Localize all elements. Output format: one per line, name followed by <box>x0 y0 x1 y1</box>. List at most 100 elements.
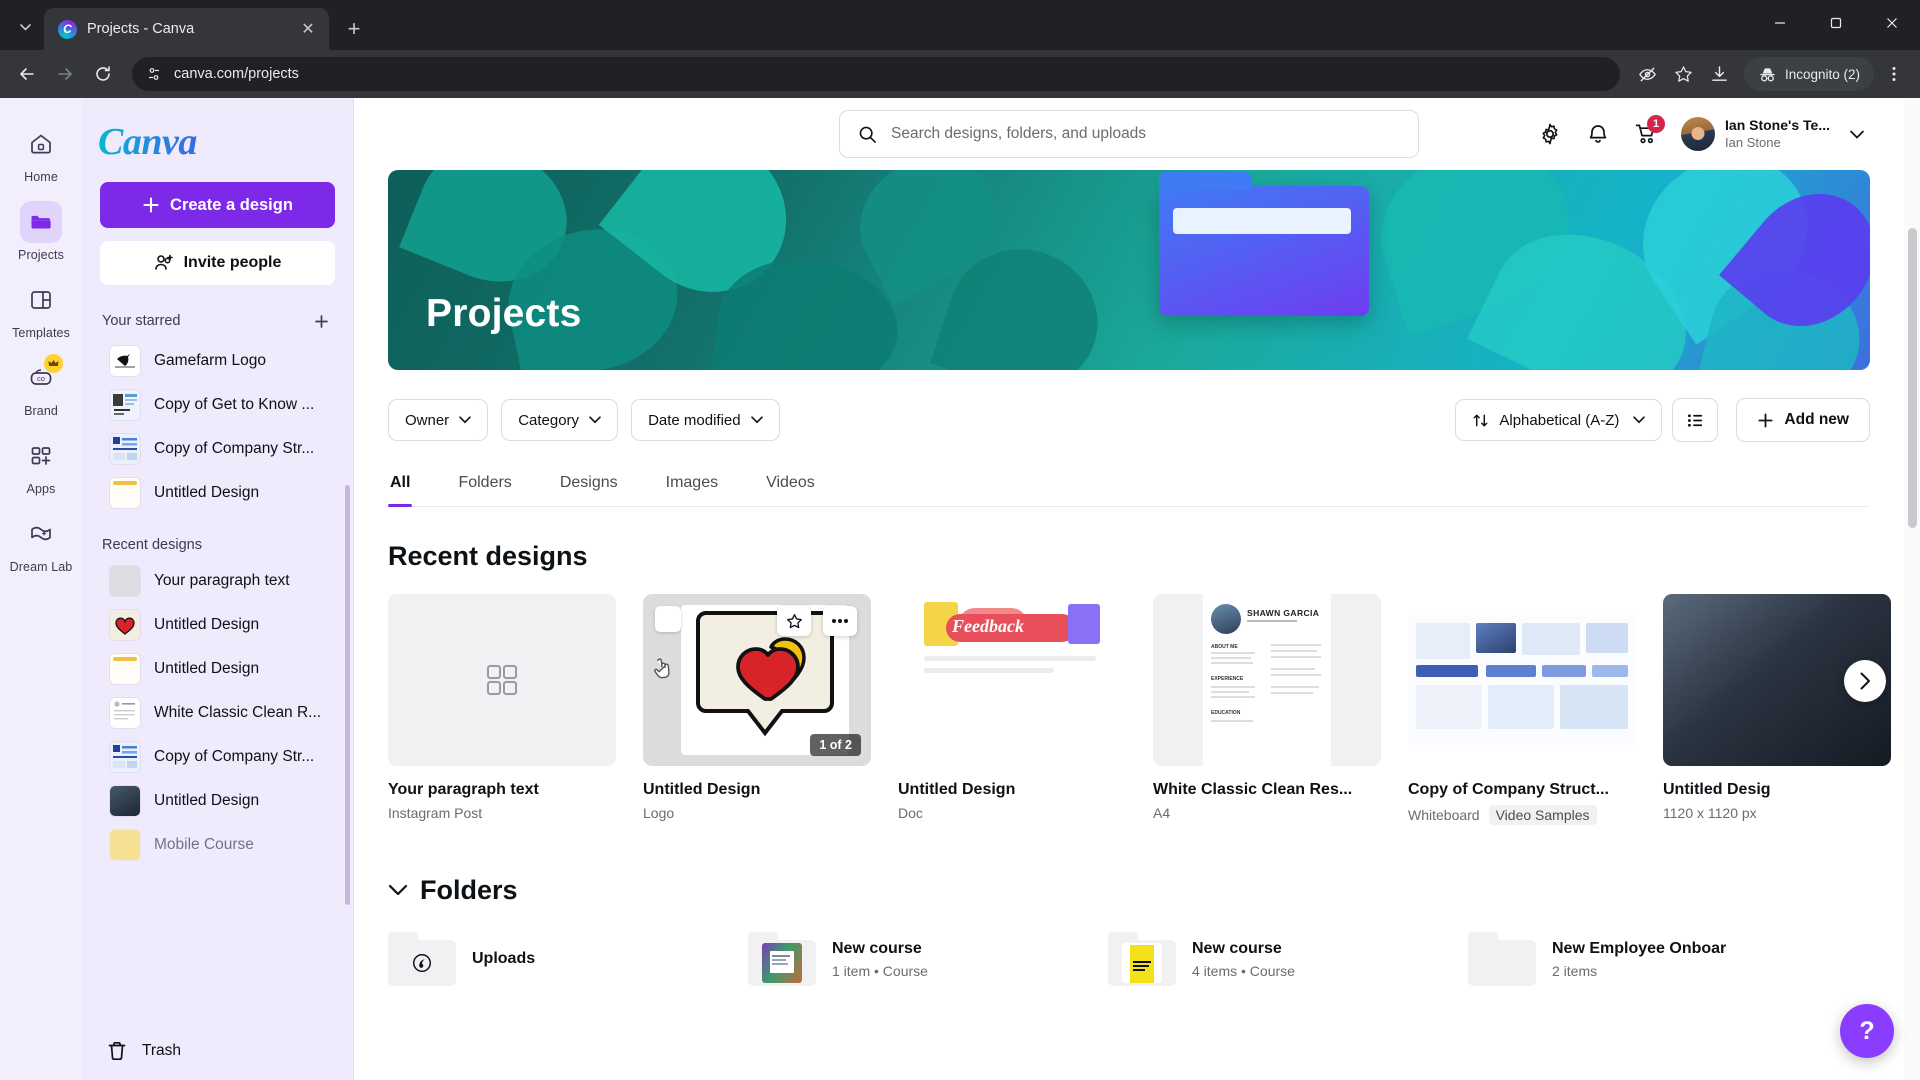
folder-item[interactable]: New course 1 item • Course <box>748 932 1108 986</box>
carousel-next-button[interactable] <box>1844 660 1886 702</box>
sidebar-recent-item[interactable]: Untitled Design <box>90 647 345 691</box>
cart-icon[interactable]: 1 <box>1625 113 1667 155</box>
three-dot-menu-icon[interactable] <box>1878 58 1910 90</box>
rail-item-projects[interactable]: Projects <box>4 194 78 268</box>
download-icon[interactable] <box>1704 58 1736 90</box>
bell-icon[interactable] <box>1577 113 1619 155</box>
filter-category-dropdown[interactable]: Category <box>501 399 619 441</box>
sidebar-recent-item[interactable]: Mobile Course <box>90 823 345 867</box>
sidebar-recent-item[interactable]: Copy of Company Str... <box>90 735 345 779</box>
eye-off-icon[interactable] <box>1632 58 1664 90</box>
page-scrollbar[interactable] <box>1908 228 1917 528</box>
design-card[interactable]: Your paragraph text Instagram Post <box>388 594 616 825</box>
filter-category-label: Category <box>518 411 580 429</box>
sidebar-starred-item[interactable]: Copy of Company Str... <box>90 427 345 471</box>
tab-search-icon[interactable] <box>8 10 42 44</box>
bookmark-star-icon[interactable] <box>1668 58 1700 90</box>
star-icon[interactable] <box>777 606 811 636</box>
rail-label: Apps <box>26 482 56 496</box>
rail-item-templates[interactable]: Templates <box>4 272 78 346</box>
trash-label: Trash <box>142 1042 182 1059</box>
chevron-down-icon <box>459 416 471 424</box>
sidebar-starred-item[interactable]: Copy of Get to Know ... <box>90 383 345 427</box>
rail-label: Brand <box>24 404 58 418</box>
rail-item-brand[interactable]: co Brand <box>4 350 78 424</box>
reload-icon[interactable] <box>86 57 120 91</box>
tab-designs[interactable]: Designs <box>558 464 620 506</box>
selection-checkbox[interactable] <box>655 606 681 632</box>
gear-icon[interactable] <box>1529 113 1571 155</box>
sidebar-recent-item[interactable]: Untitled Design <box>90 603 345 647</box>
incognito-indicator[interactable]: Incognito (2) <box>1743 57 1874 91</box>
invite-people-button[interactable]: Invite people <box>100 241 335 285</box>
page-count-badge: 1 of 2 <box>810 734 861 756</box>
maximize-icon[interactable] <box>1808 0 1864 46</box>
chevron-down-icon <box>750 416 763 424</box>
design-card[interactable]: Untitled Desig 1120 x 1120 px <box>1663 594 1891 825</box>
design-thumbnail[interactable]: SHAWN GARCIA ABOUT ME EXPERIENCE EDUCATI… <box>1153 594 1381 766</box>
add-starred-icon[interactable] <box>309 309 333 333</box>
uploads-folder-icon <box>388 932 456 986</box>
new-tab-button[interactable]: + <box>337 12 371 46</box>
folders-heading: Folders <box>420 875 518 905</box>
canva-logo[interactable]: Canva <box>82 98 353 178</box>
tab-images[interactable]: Images <box>664 464 720 506</box>
minimize-icon[interactable] <box>1752 0 1808 46</box>
design-card[interactable]: SHAWN GARCIA ABOUT ME EXPERIENCE EDUCATI… <box>1153 594 1381 825</box>
design-name: Copy of Company Struct... <box>1408 781 1609 798</box>
list-view-toggle[interactable] <box>1672 398 1719 442</box>
tab-videos[interactable]: Videos <box>764 464 817 506</box>
sidebar-starred-item[interactable]: Gamefarm Logo <box>90 339 345 383</box>
sidebar-recent-item[interactable]: Your paragraph text <box>90 559 345 603</box>
tab-all[interactable]: All <box>388 464 413 507</box>
filter-owner-label: Owner <box>405 411 450 429</box>
design-name: Untitled Design <box>643 781 761 798</box>
rail-item-home[interactable]: Home <box>4 116 78 190</box>
incognito-icon <box>1760 67 1775 81</box>
account-menu[interactable]: Ian Stone's Te... Ian Stone <box>1673 113 1870 155</box>
rail-item-dream-lab[interactable]: Dream Lab <box>4 506 78 580</box>
chevron-down-icon[interactable] <box>388 884 408 897</box>
placeholder-grid-icon <box>487 665 517 695</box>
close-tab-icon[interactable]: ✕ <box>297 18 319 40</box>
filter-date-dropdown[interactable]: Date modified <box>631 399 780 441</box>
design-thumbnail[interactable]: 1 of 2 <box>643 594 871 766</box>
sort-dropdown[interactable]: Alphabetical (A-Z) <box>1455 399 1663 441</box>
sidebar-starred-item[interactable]: Untitled Design <box>90 471 345 515</box>
rail-item-apps[interactable]: Apps <box>4 428 78 502</box>
create-a-design-button[interactable]: Create a design <box>100 182 335 228</box>
address-bar[interactable]: canva.com/projects <box>132 57 1620 91</box>
browser-tab[interactable]: C Projects - Canva ✕ <box>44 8 329 50</box>
design-card[interactable]: Copy of Company Struct... Whiteboard Vid… <box>1408 594 1636 825</box>
design-thumbnail[interactable] <box>1408 594 1636 766</box>
design-thumbnail[interactable]: Feedback <box>898 594 1126 766</box>
folder-item[interactable]: New course 4 items • Course <box>1108 932 1468 986</box>
browser-window: C Projects - Canva ✕ + canva.com/project… <box>0 0 1920 1080</box>
search-bar[interactable] <box>839 110 1419 158</box>
main-content: 1 Ian Stone's Te... Ian Stone <box>354 98 1904 1080</box>
main-content-wrap: 1 Ian Stone's Te... Ian Stone <box>354 98 1920 1080</box>
folder-item[interactable]: New Employee Onboar 2 items <box>1468 932 1828 986</box>
search-input[interactable] <box>891 125 1400 143</box>
recent-label: Untitled Design <box>154 660 260 677</box>
filter-owner-dropdown[interactable]: Owner <box>388 399 489 441</box>
design-thumbnail[interactable] <box>388 594 616 766</box>
three-dot-icon[interactable] <box>823 606 857 636</box>
sidebar-scrollbar[interactable] <box>345 485 350 905</box>
sidebar-recent-item[interactable]: White Classic Clean R... <box>90 691 345 735</box>
dream-lab-icon <box>20 513 62 555</box>
sidebar-scroll-area: Your starred Gamefarm Logo Copy of Get t… <box>82 285 353 1022</box>
sidebar-item-trash[interactable]: Trash <box>82 1022 353 1080</box>
add-new-button[interactable]: Add new <box>1736 398 1870 442</box>
sidebar-recent-item[interactable]: Untitled Design <box>90 779 345 823</box>
hero-folder-illustration <box>1158 172 1369 316</box>
close-window-icon[interactable] <box>1864 0 1920 46</box>
tab-folders[interactable]: Folders <box>456 464 513 506</box>
back-arrow-icon[interactable] <box>10 57 44 91</box>
help-button[interactable]: ? <box>1840 1004 1894 1058</box>
design-card[interactable]: Feedback Untitled Design Doc <box>898 594 1126 825</box>
canva-app: Home Projects Templates co Brand Apps Dr… <box>0 98 1920 1080</box>
design-card[interactable]: 1 of 2 Untitled Design Logo <box>643 594 871 825</box>
folders-section-header[interactable]: Folders <box>388 875 1870 906</box>
folder-item[interactable]: Uploads <box>388 932 748 986</box>
